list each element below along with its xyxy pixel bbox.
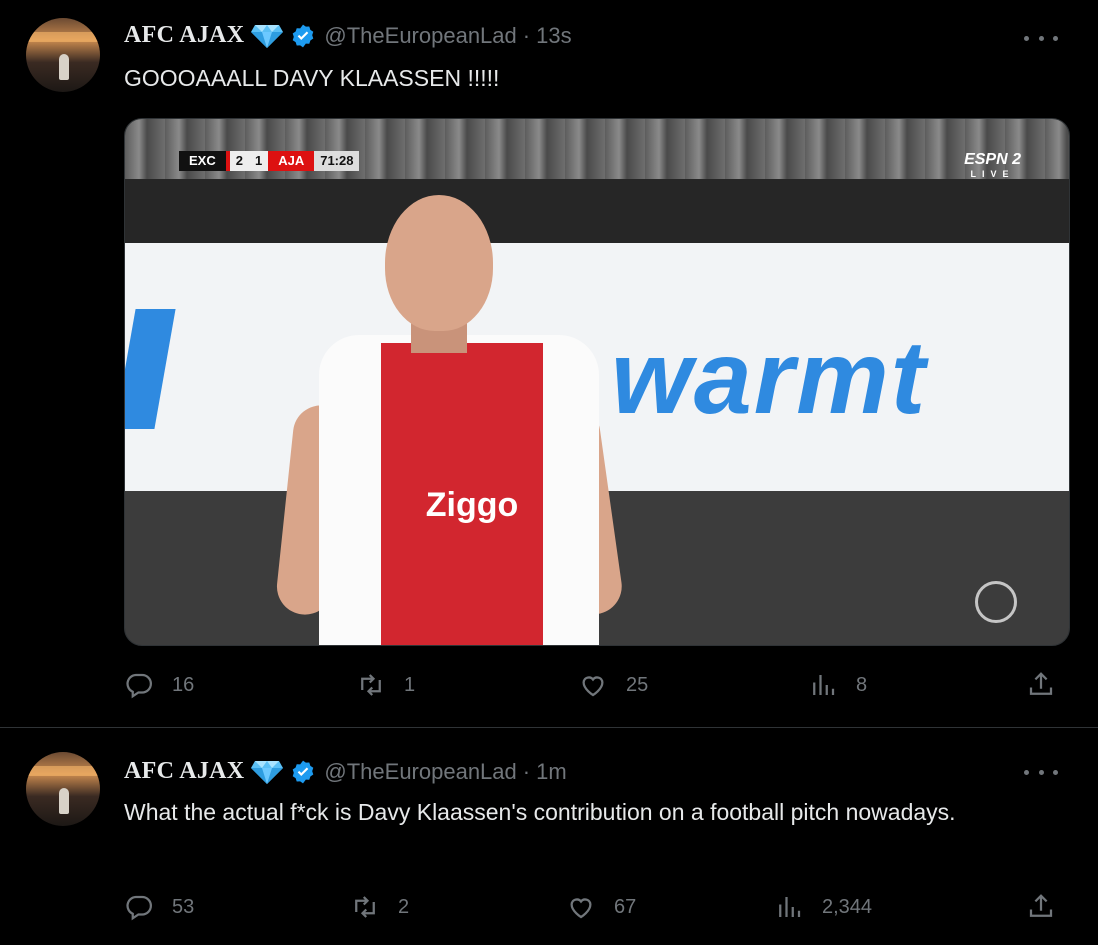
league-logo xyxy=(975,581,1017,623)
retweet-count: 2 xyxy=(398,895,410,918)
retweet-icon xyxy=(355,896,375,918)
shirt-sponsor: Ziggo xyxy=(425,486,519,524)
match-clock: 71:28 xyxy=(314,151,360,171)
reply-button[interactable]: 16 xyxy=(124,670,356,700)
share-icon xyxy=(1029,894,1053,917)
handle[interactable]: @TheEuropeanLad xyxy=(324,759,516,785)
like-icon xyxy=(582,676,604,697)
reply-count: 16 xyxy=(172,673,195,696)
ad-board-text: warmt xyxy=(611,320,928,436)
more-icon[interactable] xyxy=(1024,28,1058,48)
reply-icon xyxy=(126,895,152,921)
reply-count: 53 xyxy=(172,895,195,918)
tweet-text: What the actual f*ck is Davy Klaassen's … xyxy=(124,799,956,825)
more-icon[interactable] xyxy=(1024,762,1058,782)
like-count: 67 xyxy=(614,895,637,918)
avatar[interactable] xyxy=(26,752,100,826)
tweet-header: AFC AJAX @TheEuropeanLad · 13s xyxy=(124,22,572,49)
like-button[interactable]: 25 xyxy=(578,670,808,700)
broadcaster-live: LIVE xyxy=(970,169,1015,179)
diamond-icon xyxy=(251,24,284,48)
timestamp[interactable]: 13s xyxy=(536,23,571,49)
away-team: AJA xyxy=(268,151,315,171)
share-button[interactable] xyxy=(1026,670,1056,700)
retweet-count: 1 xyxy=(404,673,416,696)
views-button[interactable]: 2,344 xyxy=(774,892,1026,922)
handle[interactable]: @TheEuropeanLad xyxy=(324,23,516,49)
like-count: 25 xyxy=(626,673,649,696)
home-score: 2 xyxy=(229,151,249,171)
display-name[interactable]: AFC AJAX xyxy=(124,22,244,49)
retweet-button[interactable]: 2 xyxy=(350,892,566,922)
tweet-header: AFC AJAX @TheEuropeanLad · 1m xyxy=(124,758,567,785)
reply-icon xyxy=(126,673,152,699)
verified-icon[interactable] xyxy=(290,759,316,785)
separator: · xyxy=(522,22,531,48)
broadcaster-logo: ESPN 2 LIVE xyxy=(964,151,1021,181)
action-bar: 53 2 67 2,344 xyxy=(124,892,1062,922)
separator: · xyxy=(522,758,531,784)
avatar[interactable] xyxy=(26,18,100,92)
share-button[interactable] xyxy=(1026,892,1056,922)
tweet-text: GOOOAAALL DAVY KLAASSEN !!!!! xyxy=(124,65,500,91)
views-count: 8 xyxy=(856,673,868,696)
timestamp[interactable]: 1m xyxy=(536,759,567,785)
home-team: EXC xyxy=(179,151,226,171)
reply-button[interactable]: 53 xyxy=(124,892,350,922)
action-bar: 16 1 25 8 xyxy=(124,670,1062,700)
tweet-media[interactable]: warmt Ziggo EXC 2 1 AJA 71:28 ESPN 2 LIV… xyxy=(124,118,1070,646)
diamond-icon xyxy=(251,760,284,784)
tweet[interactable]: AFC AJAX @TheEuropeanLad · 13s GOOOAAALL… xyxy=(0,0,1098,728)
display-name[interactable]: AFC AJAX xyxy=(124,758,244,785)
like-button[interactable]: 67 xyxy=(566,892,774,922)
like-icon xyxy=(570,898,592,919)
scorebug: EXC 2 1 AJA 71:28 xyxy=(179,151,360,171)
views-icon xyxy=(813,675,835,695)
player: Ziggo xyxy=(274,195,626,645)
retweet-button[interactable]: 1 xyxy=(356,670,578,700)
tweet[interactable]: AFC AJAX @TheEuropeanLad · 1m What the a… xyxy=(0,728,1098,945)
broadcaster-name: ESPN 2 xyxy=(964,151,1021,168)
views-button[interactable]: 8 xyxy=(808,670,1026,700)
views-count: 2,344 xyxy=(822,895,873,918)
verified-icon[interactable] xyxy=(290,23,316,49)
retweet-icon xyxy=(361,674,381,696)
share-icon xyxy=(1029,672,1053,695)
views-icon xyxy=(779,897,801,917)
away-score: 1 xyxy=(248,151,269,171)
